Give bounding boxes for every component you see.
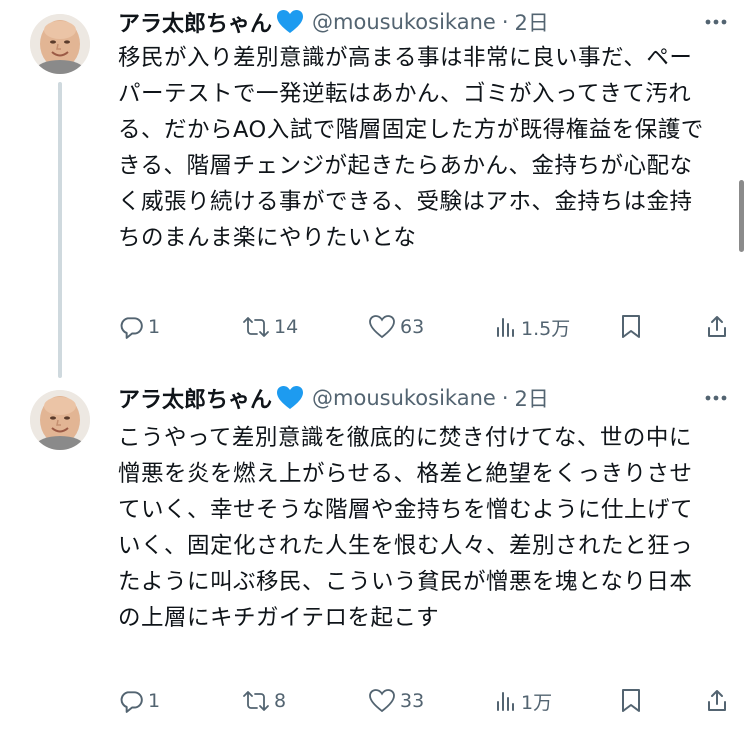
reply-button[interactable]: 1 [118,687,160,715]
view-count: 1万 [521,691,553,714]
views-button[interactable]: 1万 [495,687,552,715]
views-chart-icon [497,318,514,337]
separator-dot: · [501,386,509,410]
reply-button[interactable]: 1 [118,313,160,341]
more-options-icon[interactable] [704,10,728,34]
tweet-text: 移民が入り差別意識が高まる事は非常に良い事だ、ペーパーテストで一発逆転はあかん、… [118,45,704,251]
like-count: 63 [400,316,425,338]
bookmark-icon [622,689,640,712]
timestamp[interactable]: 2日 [515,7,549,37]
more-options-icon[interactable] [704,386,728,410]
avatar-face-image [30,14,90,74]
like-button[interactable]: 63 [368,313,424,341]
like-button[interactable]: 33 [368,687,424,715]
like-count: 33 [400,690,425,712]
repost-icon [243,317,269,337]
repost-icon [243,691,269,711]
views-button[interactable]: 1.5万 [495,313,570,341]
author-handle[interactable]: @mousukosikane [312,10,496,34]
reply-count: 1 [148,690,161,712]
author-name[interactable]: アラ太郎ちゃん [118,6,272,38]
share-button[interactable] [706,313,728,341]
heart-outline-icon [369,689,395,713]
author-name[interactable]: アラ太郎ちゃん [118,382,272,414]
repost-count: 8 [274,690,287,712]
action-bar: 1 8 33 1万 [118,687,732,715]
reply-icon [120,317,143,339]
repost-button[interactable]: 8 [242,687,286,715]
tweet[interactable]: アラ太郎ちゃん @mousukosikane · 2日 移民が入り差別意識が高ま… [0,0,750,380]
share-icon [708,316,726,337]
tweet[interactable]: アラ太郎ちゃん @mousukosikane · 2日 こうやって差別意識を徹底… [0,380,750,733]
tweet-text: こうやって差別意識を徹底的に焚き付けてな、世の中に憎悪を炎を燃え上がらせる、格差… [118,425,694,631]
bookmark-button[interactable] [620,313,642,341]
avatar[interactable] [30,14,90,74]
heart-outline-icon [369,315,395,339]
repost-count: 14 [274,316,299,338]
view-count: 1.5万 [521,317,571,340]
bookmark-button[interactable] [620,687,642,715]
repost-button[interactable]: 14 [242,313,298,341]
separator-dot: · [501,10,509,34]
views-chart-icon [497,692,514,711]
bookmark-icon [622,315,640,338]
share-icon [708,690,726,711]
author-handle[interactable]: @mousukosikane [312,386,496,410]
timestamp[interactable]: 2日 [515,383,549,413]
blue-heart-icon [276,9,304,35]
reply-count: 1 [148,316,161,338]
scrollbar[interactable] [739,180,744,252]
tweet-header: アラ太郎ちゃん @mousukosikane · 2日 [118,382,549,414]
avatar[interactable] [30,390,90,450]
blue-heart-icon [276,385,304,411]
avatar-face-image [30,390,90,450]
tweet-header: アラ太郎ちゃん @mousukosikane · 2日 [118,6,549,38]
action-bar: 1 14 63 1.5万 [118,313,732,341]
reply-icon [120,691,143,713]
share-button[interactable] [706,687,728,715]
thread-line [58,82,62,378]
